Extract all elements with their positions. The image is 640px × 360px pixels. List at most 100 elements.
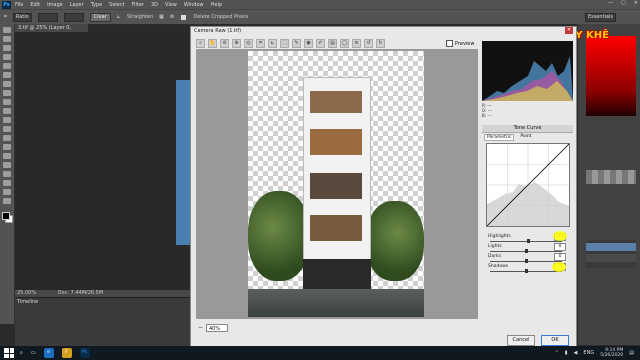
dialog-close-button[interactable]: ✕: [565, 27, 573, 34]
pen-tool-icon[interactable]: [3, 153, 11, 159]
slider-thumb[interactable]: [524, 269, 528, 273]
spot-removal-icon[interactable]: ✎: [292, 39, 301, 48]
transform-tool-icon[interactable]: ⬚: [280, 39, 289, 48]
menu-file[interactable]: File: [15, 2, 23, 8]
clear-button[interactable]: Clear: [89, 12, 111, 22]
zoom-out-button[interactable]: −: [198, 324, 203, 331]
menu-edit[interactable]: Edit: [30, 2, 40, 8]
clock[interactable]: 9:14 PM 5/26/2020: [600, 348, 623, 358]
swatches-panel[interactable]: [586, 170, 636, 184]
hand-tool-icon[interactable]: ✋: [208, 39, 217, 48]
slider-value[interactable]: 0: [554, 253, 566, 261]
red-eye-icon[interactable]: ◉: [304, 39, 313, 48]
preferences-icon[interactable]: ≡: [352, 39, 361, 48]
straighten-tool-icon[interactable]: ⊾: [268, 39, 277, 48]
adjustment-brush-icon[interactable]: ✐: [316, 39, 325, 48]
color-picker-field[interactable]: [586, 36, 636, 116]
slider-thumb[interactable]: [524, 259, 528, 263]
task-view-icon[interactable]: ▭: [31, 350, 36, 356]
lasso-tool-icon[interactable]: [3, 45, 11, 51]
blur-tool-icon[interactable]: [3, 135, 11, 141]
crop-tool-icon[interactable]: [3, 63, 11, 69]
document-canvas[interactable]: [15, 32, 190, 290]
tab-point[interactable]: Point: [518, 134, 533, 141]
menu-3d[interactable]: 3D: [151, 2, 158, 8]
targeted-adjustment-icon[interactable]: ◎: [244, 39, 253, 48]
menu-filter[interactable]: Filter: [132, 2, 144, 8]
minimize-button[interactable]: —: [608, 0, 613, 6]
photoshop-taskbar-icon[interactable]: Ps: [79, 348, 90, 358]
shape-tool-icon[interactable]: [3, 180, 11, 186]
volume-icon[interactable]: ◀: [574, 350, 578, 356]
layer-row[interactable]: [586, 243, 636, 251]
brush-tool-icon[interactable]: [3, 90, 11, 96]
windows-start-icon[interactable]: [4, 348, 14, 358]
crop-tool-icon[interactable]: ⌗: [4, 14, 7, 20]
photoshop-logo: Ps: [2, 0, 11, 9]
notifications-icon[interactable]: ▤: [629, 350, 634, 356]
slider-value[interactable]: 0: [554, 243, 566, 251]
crop-ratio-select[interactable]: Ratio: [12, 12, 32, 22]
zoom-tool-icon[interactable]: [3, 198, 11, 204]
file-explorer-icon[interactable]: F: [61, 348, 72, 358]
edge-icon[interactable]: e: [43, 348, 54, 358]
gradient-tool-icon[interactable]: [3, 126, 11, 132]
type-tool-icon[interactable]: [3, 162, 11, 168]
network-icon[interactable]: ▮: [565, 350, 568, 356]
eraser-tool-icon[interactable]: [3, 117, 11, 123]
menu-select[interactable]: Select: [109, 2, 124, 8]
maximize-button[interactable]: ▢: [621, 0, 626, 6]
slider-thumb[interactable]: [524, 249, 528, 253]
menu-layer[interactable]: Layer: [70, 2, 84, 8]
clone-stamp-tool-icon[interactable]: [3, 99, 11, 105]
history-brush-tool-icon[interactable]: [3, 108, 11, 114]
image-preview-area[interactable]: [196, 49, 478, 319]
workspace-select[interactable]: Essentials: [584, 13, 616, 22]
rotate-cw-icon[interactable]: ↻: [376, 39, 385, 48]
ratio-height-field[interactable]: [63, 12, 84, 22]
radial-filter-icon[interactable]: ◯: [340, 39, 349, 48]
preview-checkbox[interactable]: [446, 40, 453, 47]
overlay-icon[interactable]: ▦: [159, 14, 164, 20]
cancel-button[interactable]: Cancel: [507, 335, 535, 346]
language-indicator[interactable]: ENG: [583, 350, 594, 356]
menu-view[interactable]: View: [165, 2, 177, 8]
search-icon[interactable]: ⌕: [20, 350, 23, 356]
menu-image[interactable]: Image: [47, 2, 63, 8]
healing-tool-icon[interactable]: [3, 81, 11, 87]
ratio-width-field[interactable]: [37, 12, 58, 22]
eyedropper-tool-icon[interactable]: [3, 72, 11, 78]
graduated-filter-icon[interactable]: ▤: [328, 39, 337, 48]
zoom-tool-icon[interactable]: ⌕: [196, 39, 205, 48]
foreground-color-swatch[interactable]: [2, 212, 10, 220]
zoom-level-select[interactable]: 40%: [206, 324, 228, 332]
ok-button[interactable]: OK: [541, 335, 569, 346]
settings-gear-icon[interactable]: ⚙: [170, 14, 174, 20]
color-sampler-tool-icon[interactable]: ⊕: [232, 39, 241, 48]
hand-tool-icon[interactable]: [3, 189, 11, 195]
quick-select-tool-icon[interactable]: [3, 54, 11, 60]
rotate-ccw-icon[interactable]: ↺: [364, 39, 373, 48]
preview-toggle[interactable]: Preview: [446, 40, 474, 47]
move-tool-icon[interactable]: [3, 27, 11, 33]
document-tab[interactable]: 3.tif @ 25% (Layer 0, RGB/8#) *: [15, 24, 88, 39]
tray-up-arrow-icon[interactable]: ⌃: [555, 350, 559, 356]
dodge-tool-icon[interactable]: [3, 144, 11, 150]
histogram: [482, 41, 573, 101]
timeline-tab[interactable]: Timeline: [17, 299, 38, 305]
cursor-highlight: [553, 231, 567, 241]
menu-help[interactable]: Help: [211, 2, 222, 8]
menu-window[interactable]: Window: [184, 2, 204, 8]
path-select-tool-icon[interactable]: [3, 171, 11, 177]
tab-parametric[interactable]: Parametric: [484, 134, 515, 141]
slider-thumb[interactable]: [526, 239, 530, 243]
straighten-icon[interactable]: ⊾: [117, 14, 121, 20]
delete-cropped-checkbox[interactable]: [180, 13, 188, 21]
marquee-tool-icon[interactable]: [3, 36, 11, 42]
white-balance-tool-icon[interactable]: ⊘: [220, 39, 229, 48]
close-window-button[interactable]: ✕: [634, 0, 638, 6]
tone-curve-graph[interactable]: [486, 143, 570, 227]
crop-tool-icon[interactable]: ⌗: [256, 39, 265, 48]
layer-row[interactable]: [586, 254, 636, 262]
menu-type[interactable]: Type: [91, 2, 102, 8]
